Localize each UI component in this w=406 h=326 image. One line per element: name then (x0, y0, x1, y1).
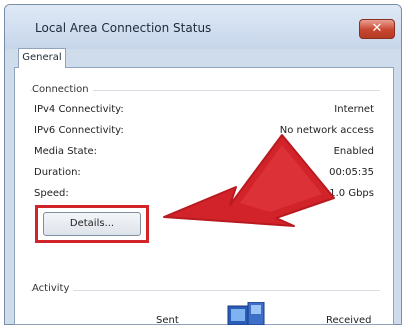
duration-value: 00:05:35 (329, 167, 374, 178)
received-label: Received (326, 315, 372, 326)
speed-label: Speed: (34, 188, 69, 199)
details-button[interactable]: Details... (43, 212, 141, 236)
ipv6-connectivity-label: IPv6 Connectivity: (34, 125, 124, 136)
tab-general[interactable]: General (18, 48, 66, 68)
activity-group-divider (30, 290, 380, 291)
speed-value: 1.0 Gbps (329, 188, 374, 199)
network-computers-icon (227, 302, 265, 325)
media-state-label: Media State: (34, 146, 98, 157)
ipv4-connectivity-label: IPv4 Connectivity: (34, 104, 124, 115)
sent-label: Sent (156, 315, 179, 326)
close-button[interactable]: ✕ (359, 19, 395, 39)
duration-label: Duration: (34, 167, 81, 178)
connection-heading: Connection (32, 84, 93, 95)
window-title: Local Area Connection Status (35, 21, 212, 35)
activity-heading: Activity (32, 283, 74, 294)
close-icon: ✕ (371, 21, 383, 36)
title-bar[interactable]: Local Area Connection Status ✕ (5, 5, 401, 49)
media-state-value: Enabled (333, 146, 374, 157)
ipv4-connectivity-value: Internet (334, 104, 374, 115)
ipv6-connectivity-value: No network access (279, 125, 374, 136)
